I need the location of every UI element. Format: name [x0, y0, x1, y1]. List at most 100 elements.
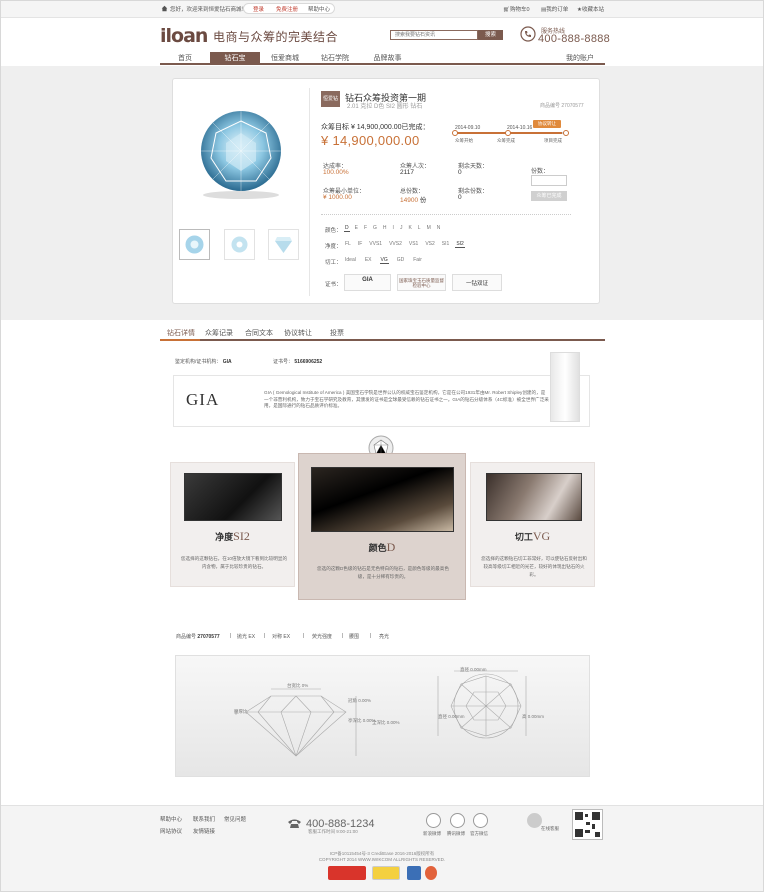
clarity-option-vvs1[interactable]: VVS1	[368, 241, 383, 248]
thumbnail-top[interactable]	[179, 229, 210, 260]
cut-option-ideal[interactable]: Ideal	[344, 257, 357, 264]
clarity-option-vvs2[interactable]: VVS2	[388, 241, 403, 248]
home-icon[interactable]	[161, 5, 168, 12]
color-grade: D	[386, 540, 396, 554]
trust-badge-1[interactable]	[328, 866, 366, 880]
color-photo	[311, 467, 454, 532]
invest-button[interactable]: 众筹已完成	[531, 191, 567, 201]
nav-mall[interactable]: 恒爱商城	[260, 52, 310, 65]
clarity-option-si2[interactable]: SI2	[455, 241, 465, 248]
footer-link-agreement[interactable]: 网站协议	[160, 827, 182, 835]
goal-amount: ¥ 14,900,000.00	[321, 133, 420, 148]
color-option-e[interactable]: E	[354, 225, 359, 232]
clarity-option-if[interactable]: IF	[357, 241, 363, 248]
customer-service-label: 在线客服	[541, 826, 559, 831]
clarity-option-vs1[interactable]: VS1	[408, 241, 419, 248]
trust-badge-4[interactable]	[425, 866, 437, 880]
welcome-text: 您好，欢迎来到恒爱钻石商城！	[170, 7, 248, 13]
cert-dual-label: 一钻双证	[465, 281, 488, 287]
site-slogan: 电商与众筹的完美结合	[213, 30, 339, 44]
tab-transfer[interactable]: 协议转让	[284, 328, 312, 338]
color-option-k[interactable]: K	[407, 225, 412, 232]
label-crown: 冠角 0.00%	[348, 698, 372, 703]
detail-tabs: 钻石详情 众筹记录 合同文本 协议转让 投票	[160, 323, 605, 341]
cert-gia-label: GIA	[362, 277, 373, 283]
share-label: 份数：	[531, 169, 550, 175]
customer-service-icon[interactable]	[527, 813, 542, 828]
color-option-n[interactable]: N	[436, 225, 442, 232]
thumbnail-side[interactable]	[268, 229, 299, 260]
product-code: 商品编号 27070577	[540, 103, 584, 109]
cut-option-gd[interactable]: GD	[396, 257, 406, 264]
cut-label: 切工：	[325, 260, 342, 266]
cert-authority-value: GIA	[222, 359, 232, 365]
spec-polish-value: EX	[248, 634, 256, 640]
color-option-f[interactable]: F	[363, 225, 368, 232]
diamond-image	[201, 111, 281, 199]
cert-option-gia[interactable]: GIA	[344, 274, 391, 291]
register-link[interactable]: 免费注册	[276, 5, 298, 13]
nav-diamond-treasure[interactable]: 钻石宝	[210, 52, 260, 65]
certificate-image	[550, 352, 580, 422]
spec-code-value: 27070577	[197, 634, 220, 640]
clarity-option-fl[interactable]: FL	[344, 241, 352, 248]
clarity-option-si1[interactable]: SI1	[441, 241, 451, 248]
tab-vote[interactable]: 投票	[330, 328, 344, 338]
transfer-badge[interactable]: 协议转让	[533, 120, 561, 128]
nav-academy[interactable]: 钻石学院	[310, 52, 360, 65]
norton-badge[interactable]	[372, 866, 400, 880]
search-button[interactable]: 搜索	[478, 30, 503, 40]
cert-option-ngtc[interactable]: 国家珠宝玉石质量监督检验中心	[397, 274, 446, 291]
clarity-option-vs2[interactable]: VS2	[424, 241, 435, 248]
nav-brand-story[interactable]: 品牌故事	[360, 52, 415, 65]
footer-link-help[interactable]: 帮助中心	[160, 815, 182, 823]
cart-link[interactable]: 🛒︎购物车0	[503, 5, 530, 13]
color-label: 颜色：	[325, 228, 342, 234]
cut-option-vg[interactable]: VG	[379, 257, 389, 264]
favorite-label: 收藏本站	[581, 7, 604, 13]
tab-diamond-detail[interactable]: 钻石详情	[167, 328, 195, 338]
color-option-h[interactable]: H	[382, 225, 388, 232]
share-quantity-input[interactable]	[531, 175, 567, 186]
phone-icon	[520, 26, 536, 42]
cut-option-fair[interactable]: Fair	[412, 257, 423, 264]
favorite-link[interactable]: ★收藏本站	[577, 5, 604, 13]
tencent-weibo-icon[interactable]	[450, 813, 465, 828]
color-option-j[interactable]: J	[399, 225, 404, 232]
spec-sep-5: |	[370, 633, 372, 639]
tab-contract[interactable]: 合同文本	[245, 328, 273, 338]
goal-label: 众筹目标 ¥ 14,900,000.00已完成：	[321, 124, 430, 131]
label-girdle: 腰厚比	[234, 709, 248, 714]
wechat-icon[interactable]	[473, 813, 488, 828]
color-option-m[interactable]: M	[426, 225, 432, 232]
login-link[interactable]: 登录	[253, 5, 264, 13]
cert-option-dual[interactable]: 一钻双证	[452, 274, 502, 291]
cert-authority: 鉴定机构/证书机构： GIA	[175, 358, 232, 365]
color-option-i[interactable]: I	[392, 225, 395, 232]
cut-option-ex[interactable]: EX	[364, 257, 373, 264]
tab-records[interactable]: 众筹记录	[205, 328, 233, 338]
nav-home[interactable]: 首页	[160, 52, 210, 65]
people-value: 2117	[400, 169, 414, 176]
clarity-desc: 您选择的这颗钻石，在10倍放大镜下看到比较明显的内含物，属于比较珍贵的钻石。	[180, 556, 288, 569]
spec-symmetry-label: 对称	[272, 634, 283, 640]
footer-link-friends[interactable]: 友情链接	[193, 827, 215, 835]
spec-code-label: 商品编号	[176, 634, 197, 640]
weibo-icon[interactable]	[426, 813, 441, 828]
thumbnail-angle[interactable]	[224, 229, 255, 260]
footer-link-faq[interactable]: 常见问题	[224, 815, 246, 823]
orders-link[interactable]: ▤我的订单	[541, 5, 568, 13]
color-option-g[interactable]: G	[372, 225, 378, 232]
trust-badge-3[interactable]	[407, 866, 421, 880]
search-input[interactable]	[390, 30, 478, 40]
footer-link-contact[interactable]: 联系我们	[193, 815, 215, 823]
help-link[interactable]: 帮助中心	[308, 5, 330, 13]
nav-account[interactable]: 我的账户	[555, 52, 605, 65]
color-option-d[interactable]: D	[344, 225, 350, 232]
hotline-number: 400-888-8888	[538, 33, 611, 45]
color-option-l[interactable]: L	[417, 225, 422, 232]
cert-number-label: 证书号：	[273, 359, 294, 365]
site-logo[interactable]: iloan	[160, 25, 208, 47]
cut-photo	[486, 473, 582, 521]
clarity-label: 净度：	[325, 244, 342, 250]
